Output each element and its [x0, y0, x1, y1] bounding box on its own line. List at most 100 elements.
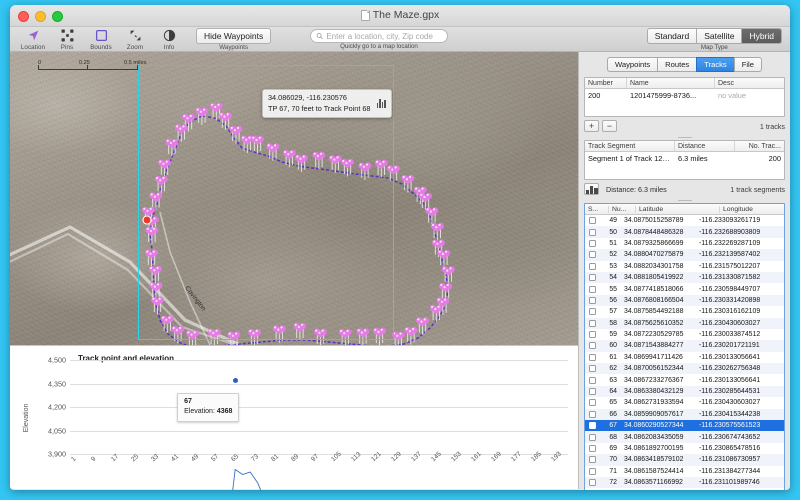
row-checkbox[interactable]: [589, 319, 596, 327]
row-checkbox[interactable]: [589, 467, 596, 475]
row-checkbox[interactable]: [589, 422, 596, 430]
tab-file[interactable]: File: [733, 57, 762, 72]
hide-waypoints-button[interactable]: Hide Waypoints: [196, 28, 272, 44]
tool-pins[interactable]: Pins: [50, 29, 84, 51]
points-rows-container[interactable]: 49 34.0875015258789 -116.233093261719 50 34.…: [585, 215, 784, 490]
chart-x-axis: 1 9 17 25 33 41 49 57 65 73 81 89 97 105 113 121 129 137 1…: [70, 451, 568, 484]
waypoint-pin-head[interactable]: [431, 207, 439, 214]
waypoint-pin-head[interactable]: [438, 239, 446, 247]
tool-zoom[interactable]: Zoom: [118, 29, 152, 51]
waypoint-pin-head[interactable]: [407, 174, 415, 182]
row-checkbox[interactable]: [589, 217, 596, 225]
tool-info[interactable]: Info: [152, 29, 186, 51]
waypoint-pin-head[interactable]: [425, 192, 433, 200]
table-row[interactable]: 59 34.0872230529785 -116.230033874512: [585, 329, 784, 340]
table-row[interactable]: 200 1201475999-8736... no value: [585, 89, 784, 101]
tracks-table[interactable]: Number Name Desc 200 1201475999-8736... …: [584, 77, 785, 117]
tab-tracks[interactable]: Tracks: [696, 57, 734, 72]
waypoint-pin-head[interactable]: [398, 331, 405, 339]
row-checkbox[interactable]: [589, 342, 596, 350]
row-checkbox[interactable]: [589, 239, 596, 247]
add-track-button[interactable]: +: [584, 120, 599, 132]
table-row[interactable]: 55 34.0877418518066 -116.230598449707: [585, 283, 784, 294]
search-box[interactable]: [310, 29, 448, 43]
map-canvas[interactable]: Covington 0 0.25 0.5 miles 34.086029, -1…: [10, 52, 578, 345]
table-row[interactable]: 56 34.0876808166504 -116.230331420898: [585, 294, 784, 307]
search-input[interactable]: [326, 31, 442, 41]
row-checkbox[interactable]: [589, 479, 596, 487]
chart-plot-area[interactable]: [70, 360, 568, 454]
cell-num: 62: [609, 365, 617, 373]
track-points-table[interactable]: S... Nu... Latitude Longitude 49 34.08750…: [584, 203, 785, 490]
tool-bounds[interactable]: Bounds: [84, 29, 118, 51]
table-row[interactable]: 65 34.0862731933594 -116.230430603027: [585, 397, 784, 408]
table-row[interactable]: 69 34.0861892700195 -116.230865478516: [585, 443, 784, 454]
table-row[interactable]: 61 34.0869941711426 -116.230133056641: [585, 352, 784, 363]
table-row[interactable]: 72 34.0863571166992 -116.231101989746: [585, 476, 784, 489]
waypoint-pin-head[interactable]: [445, 282, 453, 290]
chart-bars-icon[interactable]: [584, 183, 599, 195]
row-checkbox[interactable]: [589, 376, 596, 384]
row-checkbox[interactable]: [589, 228, 596, 236]
row-checkbox[interactable]: [589, 353, 596, 361]
table-row[interactable]: 64 34.0863380432129 -116.230285644531: [585, 385, 784, 398]
table-row[interactable]: 57 34.0875854492188 -116.230316162109: [585, 306, 784, 317]
maptype-satellite[interactable]: Satellite: [697, 29, 743, 43]
tool-location-label: Location: [20, 43, 46, 51]
cell-num: 70: [609, 456, 617, 464]
table-row[interactable]: 53 34.0882034301758 -116.231575012207: [585, 261, 784, 272]
table-row[interactable]: 50 34.0878448486328 -116.232688903809: [585, 226, 784, 238]
sidebar-tabs[interactable]: Waypoints Routes Tracks File: [584, 57, 785, 72]
waypoint-pin-head[interactable]: [420, 186, 427, 194]
row-checkbox[interactable]: [589, 399, 596, 407]
row-checkbox[interactable]: [589, 331, 596, 339]
table-row[interactable]: 49 34.0875015258789 -116.233093261719: [585, 215, 784, 226]
remove-track-button[interactable]: −: [602, 120, 617, 132]
waypoint-pin-head[interactable]: [410, 326, 418, 334]
segments-table[interactable]: Track Segment Distance No. Trac... Segme…: [584, 140, 785, 180]
table-row[interactable]: 62 34.0870056152344 -116.230262756348: [585, 363, 784, 375]
row-checkbox[interactable]: [589, 308, 596, 316]
table-row[interactable]: 71 34.0861587524414 -116.231384277344: [585, 466, 784, 477]
table-row[interactable]: 63 34.0867233276367 -116.230133056641: [585, 374, 784, 385]
maptype-segmented-control[interactable]: Standard Satellite Hybrid: [646, 28, 782, 44]
row-checkbox[interactable]: [589, 456, 596, 464]
row-checkbox[interactable]: [589, 274, 596, 282]
maptype-hybrid[interactable]: Hybrid: [742, 29, 781, 43]
tab-routes[interactable]: Routes: [657, 57, 697, 72]
row-checkbox[interactable]: [589, 433, 596, 441]
row-checkbox[interactable]: [589, 251, 596, 259]
row-checkbox[interactable]: [589, 262, 596, 270]
map-pane[interactable]: Covington 0 0.25 0.5 miles 34.086029, -1…: [10, 52, 578, 345]
table-row[interactable]: 60 34.0871543884277 -116.230201721191: [585, 340, 784, 352]
row-checkbox[interactable]: [589, 296, 596, 304]
row-checkbox[interactable]: [589, 388, 596, 396]
table-row[interactable]: 58 34.0875625610352 -116.230430603027: [585, 317, 784, 329]
tool-location[interactable]: Location: [16, 29, 50, 51]
table-row[interactable]: 67 34.0860290527344 -116.230575561523: [585, 420, 784, 432]
row-checkbox[interactable]: [589, 445, 596, 452]
waypoint-pin-head[interactable]: [443, 249, 451, 257]
tab-waypoints[interactable]: Waypoints: [607, 57, 658, 72]
table-row[interactable]: 68 34.0862083435059 -116.230674743652: [585, 431, 784, 443]
table-row[interactable]: 66 34.0859909057617 -116.230415344238: [585, 408, 784, 421]
waypoint-pin-head[interactable]: [393, 165, 401, 172]
table-row[interactable]: 7334.0861930847168-116.230804443359: [585, 488, 784, 490]
row-checkbox[interactable]: [589, 285, 596, 293]
table-row[interactable]: Segment 1 of Track 120... 6.3 miles 200: [585, 152, 784, 164]
waypoint-pin-head[interactable]: [448, 266, 455, 273]
row-checkbox[interactable]: [589, 365, 596, 373]
chart-highlight-dot[interactable]: [232, 378, 238, 384]
table-row[interactable]: 52 34.0880470275879 -116.232139587402: [585, 249, 784, 261]
table-row[interactable]: 70 34.0863418579102 -116.231086730957: [585, 454, 784, 466]
toolbar-tools-group: Location Pins Bounds Zoom Info: [16, 27, 186, 52]
maptype-standard[interactable]: Standard: [647, 29, 698, 43]
table-row[interactable]: 51 34.0879325866699 -116.232269287109: [585, 238, 784, 249]
chart-y-tick: 4,200: [48, 402, 66, 412]
waypoint-pin-head[interactable]: [436, 304, 443, 312]
row-checkbox[interactable]: [589, 410, 596, 418]
waypoint-pin-head[interactable]: [437, 222, 444, 230]
table-row[interactable]: 54 34.0881805419922 -116.231330871582: [585, 271, 784, 284]
waypoint-pin-head[interactable]: [422, 317, 430, 324]
waypoint-pin-head[interactable]: [442, 297, 450, 305]
